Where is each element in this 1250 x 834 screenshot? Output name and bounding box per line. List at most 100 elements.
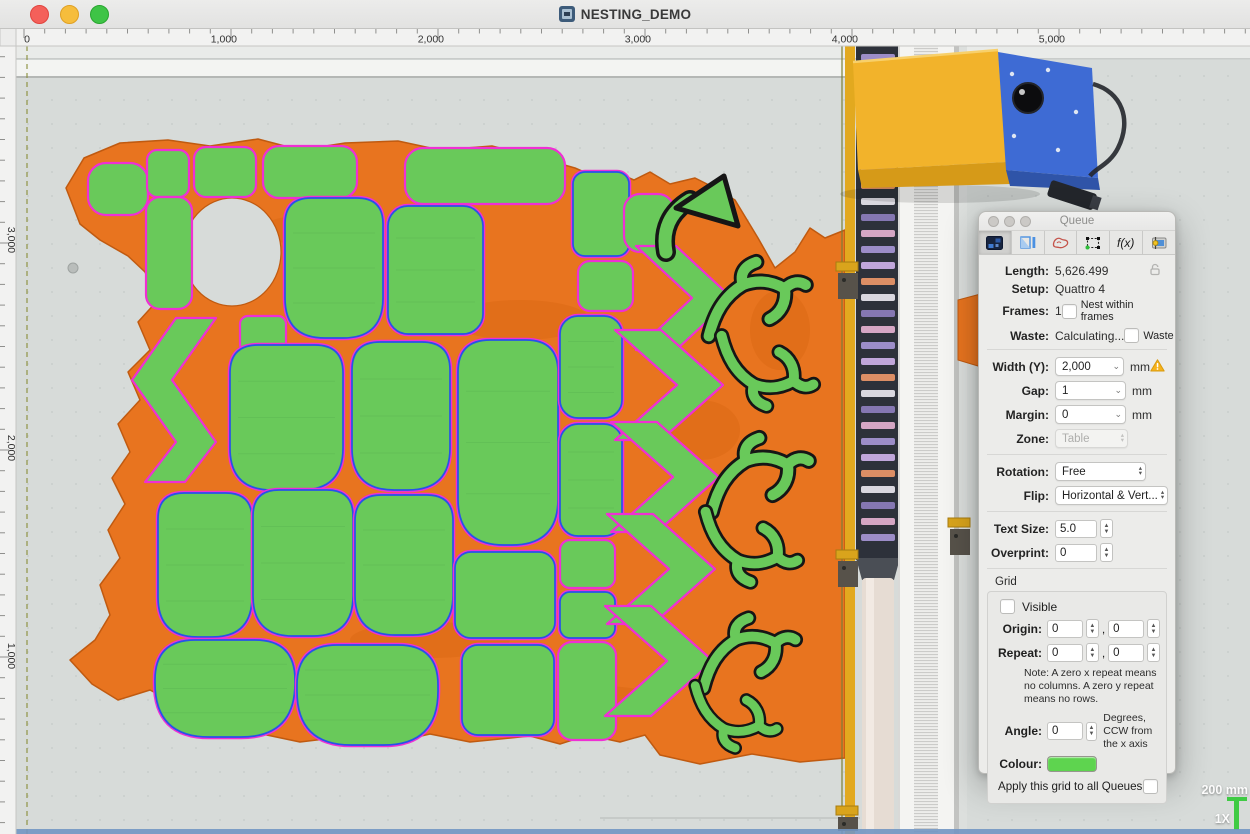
nested-piece[interactable] bbox=[560, 592, 615, 638]
svg-text:2,000: 2,000 bbox=[418, 34, 444, 46]
table-rail bbox=[16, 60, 852, 77]
grid-apply-checkbox[interactable] bbox=[1143, 779, 1158, 794]
grid-visible-label: Visible bbox=[1022, 600, 1057, 614]
hide-hole bbox=[183, 198, 281, 306]
frames-row: Frames: 1 Nest within frames bbox=[987, 299, 1167, 323]
tab-nest[interactable] bbox=[979, 231, 1012, 254]
grid-angle-stepper[interactable]: ▲▼ bbox=[1086, 722, 1097, 741]
hide-clamp bbox=[836, 262, 858, 271]
grid-origin-y-stepper[interactable]: ▲▼ bbox=[1147, 619, 1160, 638]
grid-visible-checkbox[interactable] bbox=[1000, 599, 1015, 614]
rotation-label: Rotation: bbox=[987, 465, 1049, 479]
grid-angle-label: Angle: bbox=[994, 724, 1042, 738]
minimize-button[interactable] bbox=[60, 5, 79, 24]
application-window: 01,0002,0003,0004,0005,0003,0002,0001,00… bbox=[0, 0, 1250, 834]
nested-piece[interactable] bbox=[578, 261, 633, 311]
gap-combo[interactable]: 1⌄ bbox=[1055, 381, 1126, 400]
nested-piece[interactable] bbox=[147, 150, 189, 197]
setup-value: Quattro 4 bbox=[1055, 282, 1105, 296]
width-row: Width (Y): 2,000⌄ mm bbox=[987, 357, 1167, 376]
overprint-field[interactable]: 0 bbox=[1055, 544, 1097, 562]
nested-piece[interactable] bbox=[88, 163, 148, 215]
warning-icon bbox=[1150, 359, 1165, 375]
nest-icon bbox=[985, 235, 1004, 251]
frames-label: Frames: bbox=[987, 304, 1049, 318]
svg-text:1,000: 1,000 bbox=[211, 34, 237, 46]
grid-repeat-y-field[interactable]: 0 bbox=[1108, 644, 1144, 662]
gantry-beam bbox=[845, 46, 855, 834]
grid-origin-label: Origin: bbox=[994, 622, 1042, 636]
svg-text:3,000: 3,000 bbox=[5, 227, 17, 253]
separator bbox=[987, 568, 1167, 569]
tab-machine[interactable] bbox=[1143, 231, 1175, 254]
nested-piece[interactable] bbox=[558, 642, 616, 740]
overprint-stepper[interactable]: ▲▼ bbox=[1100, 543, 1113, 562]
flip-popup[interactable]: Horizontal & Vert... ▴▾ bbox=[1055, 486, 1168, 505]
nested-piece[interactable] bbox=[560, 540, 615, 588]
queue-toolbar: f(x) bbox=[979, 231, 1175, 255]
queue-panel-titlebar[interactable]: Queue bbox=[979, 212, 1175, 231]
width-unit: mm bbox=[1130, 360, 1150, 374]
traffic-lights bbox=[30, 5, 109, 24]
text-size-label: Text Size: bbox=[987, 522, 1049, 536]
overprint-row: Overprint: 0 ▲▼ bbox=[987, 543, 1167, 562]
lock-icon[interactable] bbox=[1149, 263, 1161, 279]
grid-repeat-y-stepper[interactable]: ▲▼ bbox=[1147, 643, 1160, 662]
tab-hide-outline[interactable] bbox=[1045, 231, 1078, 254]
tab-mirror[interactable] bbox=[1012, 231, 1045, 254]
grid-origin-x-stepper[interactable]: ▲▼ bbox=[1086, 619, 1099, 638]
grid-repeat-row: Repeat: 0 ▲▼ , 0 ▲▼ bbox=[994, 643, 1160, 662]
rotation-popup[interactable]: Free ▴▾ bbox=[1055, 462, 1146, 481]
grid-origin-y-field[interactable]: 0 bbox=[1108, 620, 1144, 638]
gap-unit: mm bbox=[1132, 384, 1152, 398]
nested-piece[interactable] bbox=[455, 552, 555, 638]
text-size-field[interactable]: 5.0 bbox=[1055, 520, 1097, 538]
tab-function[interactable]: f(x) bbox=[1110, 231, 1143, 254]
text-size-stepper[interactable]: ▲▼ bbox=[1100, 519, 1113, 538]
panel-close-button[interactable] bbox=[988, 216, 999, 227]
waste-checkbox-label: Waste bbox=[1143, 330, 1173, 342]
nested-piece[interactable] bbox=[405, 148, 565, 204]
width-combo[interactable]: 2,000⌄ bbox=[1055, 357, 1124, 376]
grid-angle-field[interactable]: 0 bbox=[1047, 722, 1083, 740]
flip-label: Flip: bbox=[987, 489, 1049, 503]
setup-label: Setup: bbox=[987, 282, 1049, 296]
tab-selection[interactable] bbox=[1077, 231, 1110, 254]
nested-piece[interactable] bbox=[573, 172, 629, 256]
grid-repeat-x-stepper[interactable]: ▲▼ bbox=[1086, 643, 1099, 662]
separator bbox=[987, 454, 1167, 455]
queue-panel[interactable]: Queue bbox=[978, 211, 1176, 774]
length-row: Length: 5,626.499 bbox=[987, 263, 1167, 278]
function-icon: f(x) bbox=[1115, 235, 1137, 251]
nested-piece[interactable] bbox=[462, 645, 554, 735]
window-titlebar: NESTING_DEMO bbox=[0, 0, 1250, 29]
comma: , bbox=[1102, 622, 1105, 636]
svg-text:2,000: 2,000 bbox=[5, 435, 17, 461]
nested-piece[interactable] bbox=[146, 197, 192, 309]
zone-popup: Table ▴▾ bbox=[1055, 429, 1128, 448]
svg-text:4,000: 4,000 bbox=[832, 34, 858, 46]
selection-icon bbox=[1084, 235, 1102, 251]
document-icon bbox=[559, 6, 575, 22]
margin-label: Margin: bbox=[987, 408, 1049, 422]
svg-text:f(x): f(x) bbox=[1117, 236, 1134, 250]
length-value: 5,626.499 bbox=[1055, 264, 1108, 278]
waste-checkbox[interactable] bbox=[1124, 328, 1139, 343]
panel-minimize-button[interactable] bbox=[1004, 216, 1015, 227]
zoom-button[interactable] bbox=[90, 5, 109, 24]
close-button[interactable] bbox=[30, 5, 49, 24]
hide-clamp bbox=[836, 550, 858, 559]
nest-within-frames-checkbox[interactable] bbox=[1062, 304, 1077, 319]
mirror-icon bbox=[1019, 235, 1037, 251]
margin-unit: mm bbox=[1132, 408, 1152, 422]
grid-visible-row: Visible bbox=[994, 599, 1160, 614]
margin-row: Margin: 0⌄ mm bbox=[987, 405, 1167, 424]
grid-repeat-x-field[interactable]: 0 bbox=[1047, 644, 1083, 662]
grid-colour-swatch[interactable] bbox=[1047, 756, 1097, 772]
svg-text:0: 0 bbox=[24, 34, 30, 46]
margin-combo[interactable]: 0⌄ bbox=[1055, 405, 1126, 424]
grid-origin-x-field[interactable]: 0 bbox=[1047, 620, 1083, 638]
panel-zoom-button[interactable] bbox=[1020, 216, 1031, 227]
nested-piece[interactable] bbox=[194, 147, 256, 197]
nested-piece[interactable] bbox=[263, 146, 357, 198]
